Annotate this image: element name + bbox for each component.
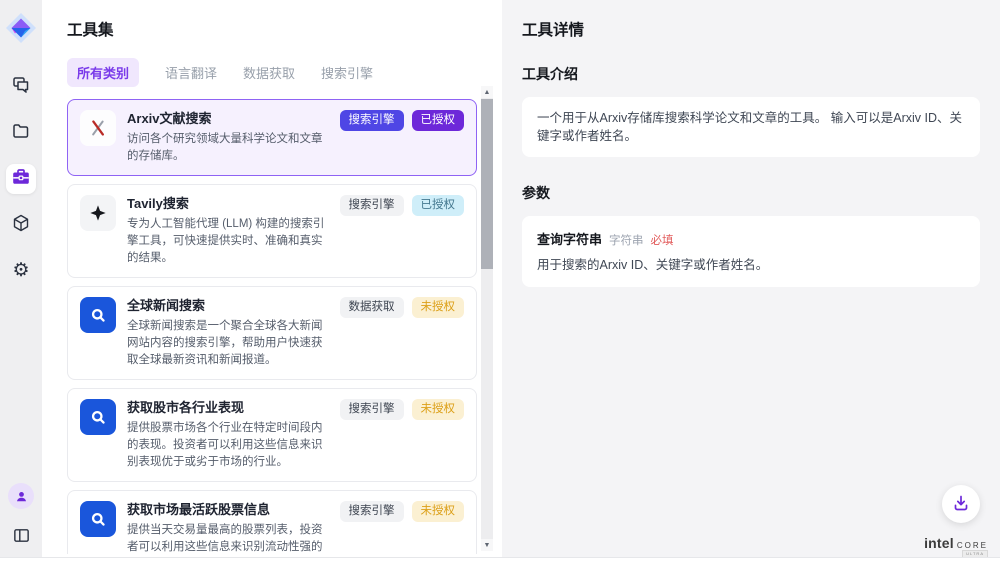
auth-status-badge: 未授权 <box>412 399 465 420</box>
tool-description: 提供股票市场各个行业在特定时间段内的表现。投资者可以利用这些信息来识别表现优于或… <box>127 420 329 471</box>
scroll-down-icon[interactable]: ▼ <box>481 539 493 551</box>
core-wordmark: core ultra <box>957 537 988 551</box>
tool-card[interactable]: Tavily搜索 专为人工智能代理 (LLM) 构建的搜索引擎工具，可快速提供实… <box>67 184 477 278</box>
toolbox-icon <box>11 167 31 192</box>
stock-search-icon <box>80 399 116 435</box>
news-search-icon <box>80 297 116 333</box>
tool-name: 全球新闻搜索 <box>127 297 329 315</box>
category-badge: 搜索引擎 <box>340 110 404 131</box>
tool-name: 获取股市各行业表现 <box>127 399 329 417</box>
tab-all-categories[interactable]: 所有类别 <box>67 58 139 87</box>
param-required-flag: 必填 <box>651 232 674 248</box>
param-description: 用于搜索的Arxiv ID、关键字或作者姓名。 <box>537 256 965 274</box>
sidebar-nav: ⚙ <box>6 72 36 286</box>
sidebar-item-collapse-panel[interactable] <box>6 523 36 553</box>
parameter-card: 查询字符串 字符串 必填 用于搜索的Arxiv ID、关键字或作者姓名。 <box>522 216 980 287</box>
tool-card[interactable]: 获取市场最活跃股票信息 提供当天交易量最高的股票列表，投资者可以利用这些信息来识… <box>67 490 477 554</box>
tool-name: Arxiv文献搜索 <box>127 110 329 128</box>
tab-2[interactable]: 数据获取 <box>243 58 295 87</box>
auth-status-badge: 已授权 <box>412 195 465 216</box>
window-bottom-edge <box>0 557 1000 563</box>
tool-card[interactable]: 全球新闻搜索 全球新闻搜索是一个聚合全球各大新闻网站内容的搜索引擎，帮助用户快速… <box>67 286 477 380</box>
sidebar-item-chat[interactable] <box>6 72 36 102</box>
download-button[interactable] <box>942 485 980 523</box>
auth-status-badge: 未授权 <box>412 297 465 318</box>
tool-card[interactable]: 获取股市各行业表现 提供股票市场各个行业在特定时间段内的表现。投资者可以利用这些… <box>67 388 477 482</box>
cube-icon <box>11 213 31 238</box>
user-avatar-icon <box>8 483 34 509</box>
tool-name: Tavily搜索 <box>127 195 329 213</box>
list-scrollbar[interactable]: ▲ ▼ <box>481 86 493 551</box>
stock-search-icon <box>80 501 116 537</box>
sidebar-bottom <box>6 481 36 553</box>
tool-card[interactable]: Arxiv文献搜索 访问各个研究领域大量科学论文和文章的存储库。 搜索引擎 已授… <box>67 99 477 176</box>
intro-heading: 工具介绍 <box>522 64 980 84</box>
tavily-star-icon <box>80 195 116 231</box>
tool-description: 提供当天交易量最高的股票列表，投资者可以利用这些信息来识别流动性强的股票和潜在的… <box>127 522 329 554</box>
folder-icon <box>11 121 31 146</box>
page-title: 工具集 <box>67 18 502 40</box>
intro-text: 一个用于从Arxiv存储库搜索科学论文和文章的工具。 输入可以是Arxiv ID… <box>522 97 980 157</box>
auth-status-badge: 已授权 <box>412 110 465 131</box>
tool-detail-panel: 工具详情 工具介绍 一个用于从Arxiv存储库搜索科学论文和文章的工具。 输入可… <box>502 0 1000 563</box>
arxiv-icon <box>80 110 116 146</box>
tab-1[interactable]: 语言翻译 <box>165 58 217 87</box>
intel-wordmark: intel <box>924 535 954 551</box>
sidebar-item-toolbox[interactable] <box>6 164 36 194</box>
download-icon <box>951 493 971 516</box>
category-badge: 数据获取 <box>340 297 404 318</box>
settings-icon: ⚙ <box>12 261 29 281</box>
scroll-up-icon[interactable]: ▲ <box>481 86 493 98</box>
sidebar-item-cube[interactable] <box>6 210 36 240</box>
category-tabs: 所有类别语言翻译数据获取搜索引擎 <box>67 58 502 87</box>
scrollbar-thumb[interactable] <box>481 99 493 269</box>
auth-status-badge: 未授权 <box>412 501 465 522</box>
icon-sidebar: ⚙ <box>0 0 42 563</box>
tool-description: 访问各个研究领域大量科学论文和文章的存储库。 <box>127 131 329 165</box>
tab-3[interactable]: 搜索引擎 <box>321 58 373 87</box>
tool-list-panel: 工具集 所有类别语言翻译数据获取搜索引擎 Arxiv文献搜索 访问各个研究领域大… <box>42 0 502 563</box>
tool-description: 专为人工智能代理 (LLM) 构建的搜索引擎工具，可快速提供实时、准确和真实的结… <box>127 216 329 267</box>
tool-card-list: Arxiv文献搜索 访问各个研究领域大量科学论文和文章的存储库。 搜索引擎 已授… <box>67 99 477 554</box>
tool-name: 获取市场最活跃股票信息 <box>127 501 329 519</box>
intel-core-logo: intel core ultra <box>924 535 988 551</box>
app-logo-icon <box>5 12 37 44</box>
params-heading: 参数 <box>522 183 980 203</box>
chat-icon <box>11 75 31 100</box>
param-name: 查询字符串 <box>537 229 602 248</box>
app-window: ⚙ 工具集 所有类别语言翻译数据获取搜索引擎 Arxiv文献搜索 访问各个研究领… <box>0 0 1000 563</box>
detail-title: 工具详情 <box>522 18 980 40</box>
category-badge: 搜索引擎 <box>340 399 404 420</box>
sidebar-item-settings[interactable]: ⚙ <box>6 256 36 286</box>
category-badge: 搜索引擎 <box>340 501 404 522</box>
sidebar-item-user-avatar[interactable] <box>6 481 36 511</box>
param-type: 字符串 <box>609 232 644 248</box>
category-badge: 搜索引擎 <box>340 195 404 216</box>
tool-description: 全球新闻搜索是一个聚合全球各大新闻网站内容的搜索引擎，帮助用户快速获取全球最新资… <box>127 318 329 369</box>
sidebar-item-folder[interactable] <box>6 118 36 148</box>
collapse-panel-icon <box>12 526 31 550</box>
